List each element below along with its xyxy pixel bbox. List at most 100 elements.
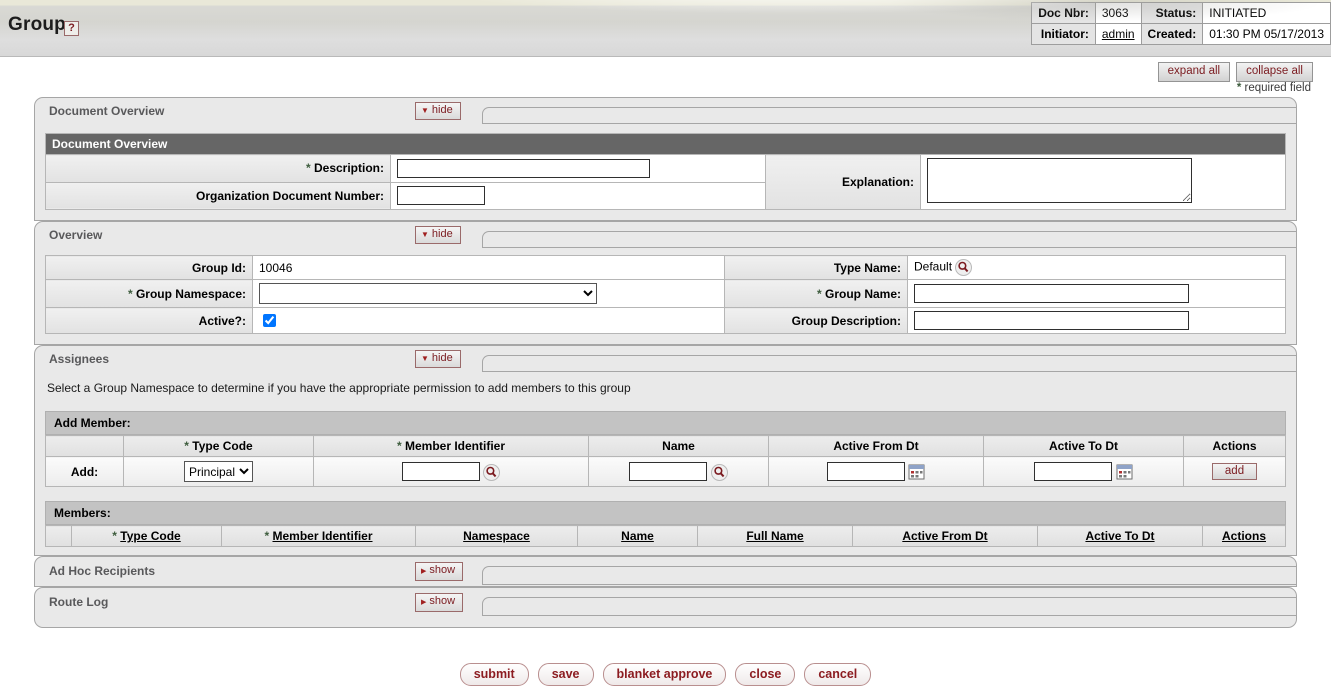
initiator-label: Initiator:: [1031, 23, 1096, 45]
org-doc-number-input[interactable]: [397, 186, 485, 206]
required-star: *: [305, 161, 311, 176]
magnifier-lookup-icon[interactable]: [483, 463, 501, 481]
table-row: Initiator: admin Created: 01:30 PM 05/17…: [1031, 23, 1331, 45]
toggle-label: show: [429, 564, 456, 576]
required-star: *: [816, 286, 822, 301]
panel-body-assignees: Select a Group Namespace to determine if…: [35, 373, 1296, 555]
initiator-value[interactable]: admin: [1094, 23, 1142, 45]
doc-nbr-label: Doc Nbr:: [1031, 2, 1096, 24]
col-member-identifier: * Member Identifier: [221, 525, 416, 547]
question-mark-icon[interactable]: ?: [64, 21, 79, 36]
col-active-from-dt-text[interactable]: Active From Dt: [902, 529, 987, 543]
name-input[interactable]: [629, 462, 708, 481]
col-namespace-text[interactable]: Namespace: [463, 529, 530, 543]
col-member-identifier: * Member Identifier: [313, 435, 589, 457]
active-checkbox[interactable]: [263, 314, 276, 327]
panel-tab-overview: Overview ▼ hide: [35, 222, 1296, 249]
tab-notch: [482, 588, 1296, 616]
col-name: Name: [577, 525, 698, 547]
close-button[interactable]: close: [735, 663, 796, 686]
status-value: INITIATED: [1202, 2, 1331, 24]
initiator-link[interactable]: admin: [1102, 27, 1135, 41]
col-active-to-dt-text[interactable]: Active To Dt: [1085, 529, 1154, 543]
group-namespace-select[interactable]: [259, 283, 597, 304]
panel-overview: Overview ▼ hide Group Id: 10046 Type Name…: [34, 221, 1297, 345]
blanket-approve-button[interactable]: blanket approve: [602, 663, 727, 686]
type-code-select[interactable]: Principal: [184, 461, 253, 482]
triangle-down-icon: ▼: [421, 106, 429, 115]
save-button[interactable]: save: [537, 663, 594, 686]
panel-body-document-overview: Document Overview * Description: Explana…: [35, 125, 1296, 220]
add-button[interactable]: add: [1211, 463, 1258, 480]
footer-actions: submit save blanket approve close cancel: [0, 663, 1331, 686]
document-info-table: Doc Nbr: 3063 Status: INITIATED Initiato…: [1031, 2, 1331, 45]
add-row-label: Add:: [45, 456, 124, 487]
panel-route-log: Route Log ▶ show: [34, 587, 1297, 628]
hide-button-document-overview[interactable]: ▼ hide: [415, 102, 461, 120]
member-identifier-input[interactable]: [401, 462, 480, 481]
toggle-label: hide: [431, 104, 453, 116]
org-doc-number-field-cell: [390, 181, 766, 210]
group-name-field-cell: [907, 279, 1286, 308]
submit-button[interactable]: submit: [459, 663, 529, 686]
tab-notch: [482, 222, 1296, 248]
panel-ad-hoc-recipients: Ad Hoc Recipients ▶ show: [34, 556, 1297, 587]
magnifier-lookup-icon[interactable]: [955, 259, 973, 276]
add-row-active-from-cell: [768, 456, 984, 487]
col-actions: Actions: [1183, 435, 1286, 457]
col-name-text[interactable]: Name: [621, 529, 654, 543]
required-field-note: * required field: [1237, 82, 1311, 94]
magnifier-lookup-icon[interactable]: [710, 463, 728, 481]
hide-button-assignees[interactable]: ▼ hide: [415, 350, 461, 368]
col-active-to-dt: Active To Dt: [983, 435, 1184, 457]
col-member-identifier-text: Member Identifier: [404, 439, 506, 453]
expand-all-button[interactable]: expand all: [1157, 62, 1231, 82]
table-row: * Description: Explanation:: [45, 154, 1286, 210]
created-value: 01:30 PM 05/17/2013: [1202, 23, 1331, 45]
col-full-name-text[interactable]: Full Name: [746, 529, 803, 543]
col-type-code-text[interactable]: Type Code: [120, 529, 180, 543]
col-blank: [45, 435, 124, 457]
group-name-input[interactable]: [914, 284, 1189, 303]
col-member-identifier-text[interactable]: Member Identifier: [272, 529, 372, 543]
subheader-document-overview: Document Overview: [45, 133, 1286, 155]
group-namespace-field-cell: [252, 279, 725, 308]
explanation-field-cell: [920, 154, 1286, 210]
panel-title-document-overview: Document Overview: [49, 104, 165, 118]
hide-button-overview[interactable]: ▼ hide: [415, 226, 461, 244]
cancel-button[interactable]: cancel: [804, 663, 872, 686]
triangle-right-icon: ▶: [421, 599, 427, 606]
group-description-input[interactable]: [914, 311, 1189, 330]
group-name-label-text: Group Name:: [824, 286, 901, 301]
col-namespace: Namespace: [415, 525, 578, 547]
description-label: * Description:: [45, 154, 391, 183]
group-namespace-label-text: Group Namespace:: [135, 286, 246, 301]
description-input[interactable]: [397, 158, 650, 178]
calendar-icon[interactable]: [908, 464, 925, 480]
col-type-code: * Type Code: [123, 435, 314, 457]
calendar-icon[interactable]: [1116, 464, 1133, 480]
show-button-route-log[interactable]: ▶ show: [415, 593, 464, 612]
panel-tab-route-log: Route Log ▶ show: [35, 588, 1296, 617]
col-active-from-dt: Active From Dt: [768, 435, 984, 457]
active-to-input[interactable]: [1034, 462, 1113, 481]
panel-title-assignees: Assignees: [49, 352, 110, 366]
type-name-value: Default: [914, 259, 953, 274]
table-header-row: * Type Code * Member Identifier Namespac…: [45, 525, 1286, 547]
overview-grid: Group Id: 10046 Type Name: Default * Gro…: [45, 255, 1286, 334]
explanation-textarea[interactable]: [927, 158, 1192, 203]
panel-tab-document-overview: Document Overview ▼ hide: [35, 98, 1296, 125]
members-table: * Type Code * Member Identifier Namespac…: [45, 525, 1286, 547]
col-actions-text[interactable]: Actions: [1222, 529, 1266, 543]
panel-body-overview: Group Id: 10046 Type Name: Default * Gro…: [35, 249, 1296, 344]
col-actions: Actions: [1202, 525, 1286, 547]
table-row: * Group Namespace: * Group Name:: [45, 279, 1286, 308]
tab-notch: [482, 557, 1296, 585]
col-type-code: * Type Code: [71, 525, 222, 547]
collapse-all-button[interactable]: collapse all: [1236, 62, 1313, 82]
show-button-ad-hoc-recipients[interactable]: ▶ show: [415, 562, 464, 581]
active-from-input[interactable]: [826, 462, 905, 481]
col-name: Name: [588, 435, 769, 457]
top-banner: Group ? Doc Nbr: 3063 Status: INITIATED …: [0, 0, 1331, 57]
